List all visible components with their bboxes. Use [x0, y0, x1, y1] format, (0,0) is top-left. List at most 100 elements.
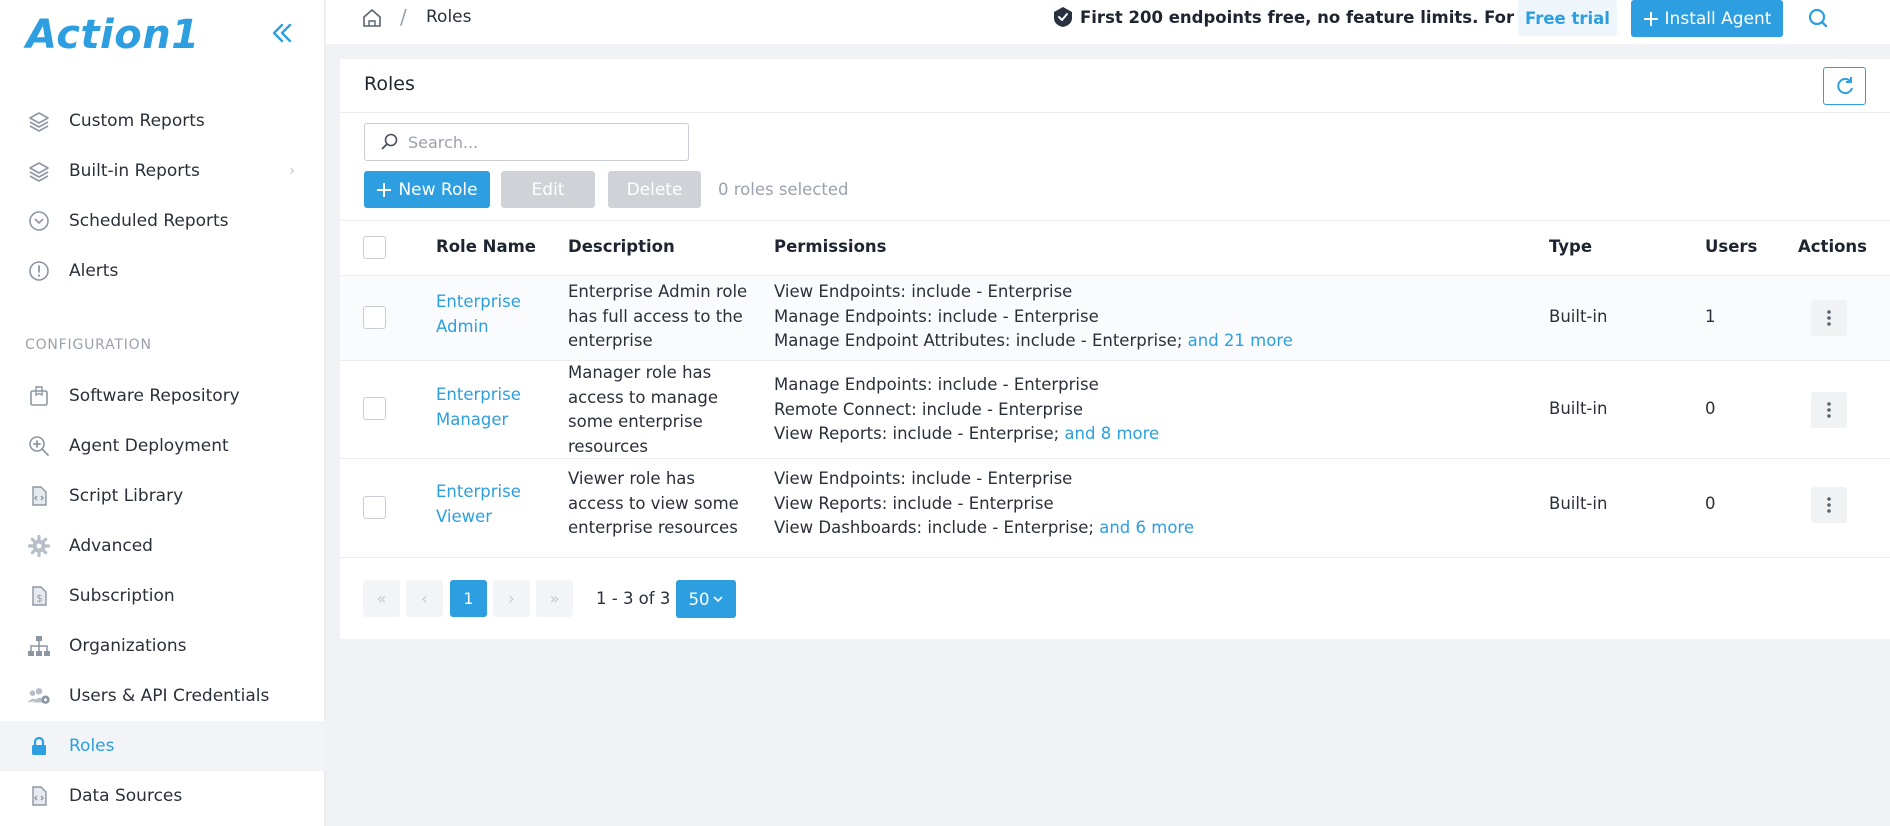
- role-type: Built-in: [1549, 307, 1608, 326]
- more-permissions-link[interactable]: and 21 more: [1188, 331, 1293, 350]
- sidebar-item-script-library[interactable]: Script Library: [0, 471, 325, 521]
- column-header-actions: Actions: [1798, 237, 1867, 256]
- table-row[interactable]: Enterprise Viewer Viewer role has access…: [340, 458, 1890, 557]
- sidebar-item-software-repository[interactable]: Software Repository: [0, 371, 325, 421]
- row-checkbox[interactable]: [363, 306, 386, 329]
- role-users-count: 0: [1705, 494, 1716, 513]
- sidebar-item-label: Agent Deployment: [69, 436, 229, 456]
- column-header-description[interactable]: Description: [568, 237, 675, 256]
- shield-check-icon: [1052, 6, 1074, 28]
- gear-icon: [26, 533, 52, 559]
- sidebar: Action1 Custom Reports Built-in Reports …: [0, 0, 325, 826]
- org-chart-icon: [26, 633, 52, 659]
- next-page-button[interactable]: ›: [493, 580, 530, 617]
- code-file-icon: [26, 783, 52, 809]
- column-header-permissions[interactable]: Permissions: [774, 237, 886, 256]
- selection-count: 0 roles selected: [718, 180, 849, 199]
- first-page-button[interactable]: «: [363, 580, 400, 617]
- home-icon[interactable]: [361, 7, 383, 29]
- sidebar-item-label: Custom Reports: [69, 111, 205, 131]
- page-size-select[interactable]: 50: [676, 580, 736, 618]
- sidebar-item-label: Script Library: [69, 486, 184, 506]
- sidebar-item-label: Data Sources: [69, 786, 183, 806]
- page-button-current[interactable]: 1: [450, 580, 487, 617]
- column-header-type[interactable]: Type: [1549, 237, 1592, 256]
- column-header-role-name[interactable]: Role Name: [436, 237, 536, 256]
- sidebar-item-roles[interactable]: Roles: [0, 721, 325, 771]
- role-permissions: View Endpoints: include - Enterprise Vie…: [774, 469, 1195, 537]
- new-role-label: New Role: [398, 179, 478, 200]
- more-permissions-link[interactable]: and 6 more: [1099, 518, 1194, 537]
- prev-page-button[interactable]: ‹: [406, 580, 443, 617]
- last-page-button[interactable]: »: [536, 580, 573, 617]
- role-name-link[interactable]: Enterprise Admin: [436, 290, 521, 339]
- select-all-checkbox[interactable]: [363, 236, 386, 259]
- sidebar-item-label: Subscription: [69, 586, 175, 606]
- new-role-button[interactable]: New Role: [364, 171, 490, 208]
- chevron-right-icon: ›: [289, 163, 295, 179]
- chevron-down-icon: [712, 596, 723, 603]
- sidebar-item-label: Alerts: [69, 261, 119, 281]
- role-permissions: Manage Endpoints: include - Enterprise R…: [774, 375, 1160, 443]
- role-users-count: 0: [1705, 399, 1716, 418]
- sidebar-item-label: Roles: [69, 736, 115, 756]
- free-trial-button[interactable]: Free trial: [1518, 0, 1617, 36]
- refresh-button[interactable]: [1823, 67, 1866, 105]
- promo-text: First 200 endpoints free, no feature lim…: [1080, 7, 1575, 27]
- table-divider: [340, 220, 1890, 221]
- page-size-value: 50: [688, 589, 710, 609]
- column-header-users[interactable]: Users: [1705, 237, 1757, 256]
- row-checkbox[interactable]: [363, 397, 386, 420]
- top-bar: / Roles First 200 endpoints free, no fea…: [326, 0, 1890, 44]
- table-divider: [340, 557, 1890, 558]
- action1-logo[interactable]: Action1: [26, 12, 200, 58]
- row-actions-menu-icon[interactable]: [1811, 392, 1847, 428]
- invoice-icon: $: [26, 583, 52, 609]
- install-agent-button[interactable]: Install Agent: [1631, 0, 1783, 37]
- search-input[interactable]: [408, 132, 678, 152]
- sidebar-item-built-in-reports[interactable]: Built-in Reports ›: [0, 146, 325, 196]
- sidebar-item-users-api-credentials[interactable]: Users & API Credentials: [0, 671, 325, 721]
- breadcrumb-separator: /: [400, 5, 407, 29]
- table-row[interactable]: Enterprise Manager Manager role has acce…: [340, 360, 1890, 458]
- row-actions-menu-icon[interactable]: [1811, 300, 1847, 336]
- sidebar-item-subscription[interactable]: $ Subscription: [0, 571, 325, 621]
- sidebar-item-alerts[interactable]: Alerts: [0, 246, 325, 296]
- alert-icon: [26, 258, 52, 284]
- sidebar-item-scheduled-reports[interactable]: Scheduled Reports: [0, 196, 325, 246]
- search-field[interactable]: [364, 123, 689, 161]
- plus-icon: [1643, 11, 1658, 26]
- sidebar-item-data-sources[interactable]: Data Sources: [0, 771, 325, 821]
- search-icon[interactable]: [1806, 6, 1830, 30]
- users-gear-icon: [26, 683, 52, 709]
- delete-button[interactable]: Delete: [608, 171, 701, 208]
- collapse-sidebar-icon[interactable]: [268, 18, 296, 48]
- edit-button[interactable]: Edit: [501, 171, 595, 208]
- sidebar-item-organizations[interactable]: Organizations: [0, 621, 325, 671]
- table-row[interactable]: Enterprise Admin Enterprise Admin role h…: [340, 275, 1890, 360]
- install-agent-label: Install Agent: [1664, 8, 1772, 29]
- row-checkbox[interactable]: [363, 496, 386, 519]
- refresh-icon: [1836, 77, 1853, 95]
- role-type: Built-in: [1549, 399, 1608, 418]
- roles-card: Roles New Role Edit Delete 0 roles selec…: [340, 59, 1890, 639]
- sidebar-item-advanced[interactable]: Advanced: [0, 521, 325, 571]
- sidebar-item-label: Software Repository: [69, 386, 240, 406]
- role-name-link[interactable]: Enterprise Viewer: [436, 480, 521, 529]
- role-description: Viewer role has access to view some ente…: [568, 469, 739, 537]
- lock-icon: [26, 733, 52, 759]
- role-description: Enterprise Admin role has full access to…: [568, 282, 748, 350]
- package-icon: [26, 383, 52, 409]
- role-name-link[interactable]: Enterprise Manager: [436, 383, 521, 432]
- search-icon: [381, 133, 398, 150]
- sidebar-item-custom-reports[interactable]: Custom Reports: [0, 96, 325, 146]
- section-label-configuration: CONFIGURATION: [25, 337, 152, 353]
- row-actions-menu-icon[interactable]: [1811, 487, 1847, 523]
- sidebar-item-agent-deployment[interactable]: Agent Deployment: [0, 421, 325, 471]
- layers-icon: [26, 158, 52, 184]
- role-users-count: 1: [1705, 307, 1716, 326]
- more-permissions-link[interactable]: and 8 more: [1064, 424, 1159, 443]
- role-permissions: View Endpoints: include - Enterprise Man…: [774, 282, 1293, 350]
- clock-icon: [26, 208, 52, 234]
- role-description: Manager role has access to manage some e…: [568, 363, 719, 456]
